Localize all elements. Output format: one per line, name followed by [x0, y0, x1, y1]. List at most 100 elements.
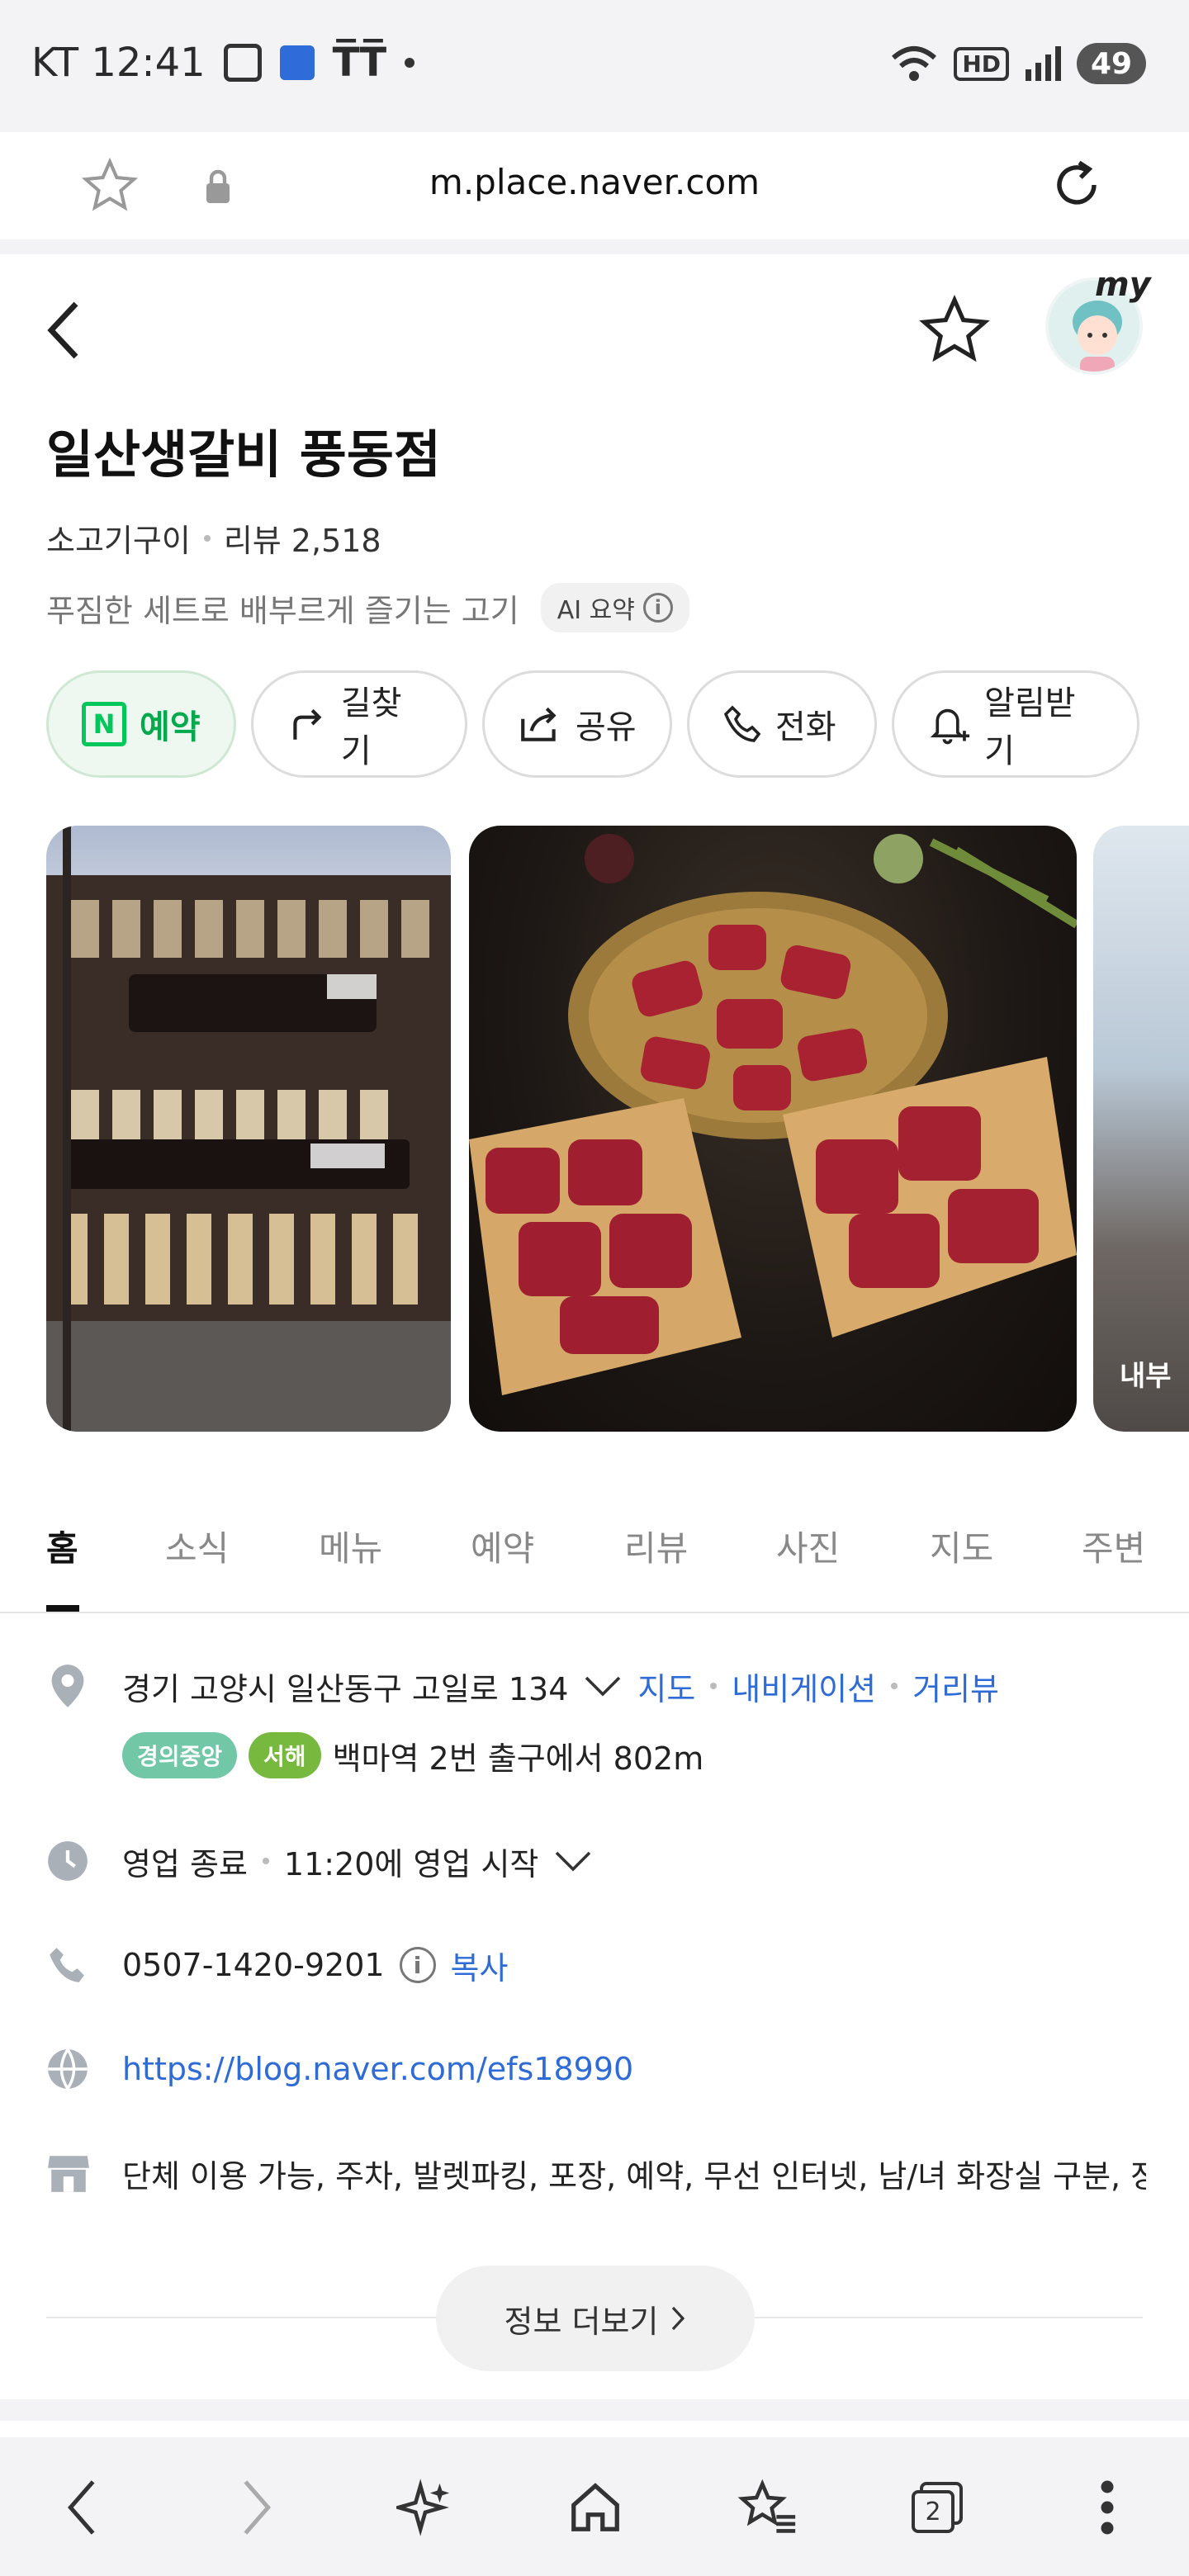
battery-indicator: 49 [1077, 43, 1146, 84]
ai-assistant-button[interactable] [388, 2470, 462, 2545]
navigation-link[interactable]: 내비게이션 [732, 1664, 876, 1709]
place-category: 소고기구이 [46, 523, 191, 559]
more-info-button[interactable]: 정보 더보기 [436, 2266, 755, 2371]
notify-button[interactable]: 알림받기 [892, 670, 1139, 778]
copy-button[interactable]: 복사 [451, 1943, 509, 1988]
t-notification-icon: T̅T̅ [332, 40, 387, 86]
notify-label: 알림받기 [984, 684, 1076, 770]
amenities-row[interactable]: 단체 이용 가능, 주차, 발렛파킹, 포장, 예약, 무선 인터넷, 남/녀 … [46, 2150, 1146, 2196]
tab-map[interactable]: 지도 [930, 1521, 993, 1571]
back-icon[interactable] [43, 297, 84, 363]
separator-dot [891, 1683, 898, 1689]
save-star-icon[interactable] [918, 294, 991, 367]
photo-storefront[interactable] [46, 826, 451, 1432]
photo-carousel[interactable]: 내부 [46, 826, 1189, 1432]
map-link[interactable]: 지도 [637, 1664, 695, 1709]
tab-count: 2 [912, 2490, 955, 2533]
wifi-icon [892, 46, 937, 81]
photo-beef-platter[interactable] [469, 826, 1077, 1432]
photo-interior[interactable]: 내부 [1093, 826, 1189, 1432]
status-bar: KT 12:41 T̅T̅ HD 49 [0, 0, 1189, 132]
amenities-text: 단체 이용 가능, 주차, 발렛파킹, 포장, 예약, 무선 인터넷, 남/녀 … [122, 2157, 1146, 2195]
separator-dot [710, 1683, 718, 1689]
phone-number[interactable]: 0507-1420-9201 [122, 1947, 385, 1983]
signal-icon [1026, 46, 1061, 81]
share-icon [521, 707, 557, 741]
subway-line-badge: 서해 [249, 1732, 321, 1778]
location-pin-icon [51, 1664, 84, 1707]
beef-platter-illustration [469, 834, 1077, 1395]
hours-row[interactable]: 영업 종료 11:20에 영업 시작 [46, 1838, 593, 1884]
directions-button[interactable]: 길찾기 [251, 670, 467, 778]
call-button[interactable]: 전화 [687, 670, 877, 778]
bookmarks-button[interactable] [730, 2470, 804, 2545]
tab-menu[interactable]: 메뉴 [319, 1521, 382, 1571]
forward-arrow-icon [244, 2480, 271, 2535]
sparkle-icon [396, 2479, 450, 2536]
info-icon[interactable]: i [642, 593, 673, 623]
ai-summary-badge[interactable]: AI 요약 i [540, 583, 689, 632]
chevron-down-icon[interactable] [583, 1674, 623, 1698]
subway-info: 경의중앙 서해 백마역 2번 출구에서 802m [122, 1732, 703, 1778]
review-count[interactable]: 리뷰 2,518 [224, 515, 381, 561]
url-text[interactable]: m.place.naver.com [41, 162, 1148, 202]
tab-nearby[interactable]: 주변 [1082, 1521, 1145, 1571]
hd-badge: HD [954, 46, 1009, 81]
reload-icon[interactable] [1047, 155, 1106, 215]
directions-label: 길찾기 [340, 684, 402, 770]
tab-reviews[interactable]: 리뷰 [624, 1521, 688, 1571]
home-icon [571, 2483, 619, 2531]
more-notifications-icon [405, 58, 415, 68]
storefront-illustration [46, 826, 451, 1432]
subway-distance: 백마역 2번 출구에서 802m [332, 1740, 704, 1777]
subway-line-badge: 경의중앙 [122, 1732, 238, 1778]
back-arrow-icon [68, 2480, 95, 2535]
globe-icon [48, 2048, 88, 2090]
share-button[interactable]: 공유 [482, 670, 672, 778]
bell-plus-icon [930, 708, 970, 745]
naver-booking-icon: N [82, 702, 126, 746]
home-button[interactable] [558, 2470, 632, 2545]
photo-interior-label: 내부 [1120, 1360, 1172, 1393]
browser-back-button[interactable] [45, 2470, 119, 2545]
chevron-down-icon[interactable] [553, 1849, 593, 1873]
bookmark-list-icon [737, 2479, 796, 2533]
tabs-icon: 2 [912, 2482, 963, 2533]
call-label: 전화 [775, 708, 836, 746]
address-bar[interactable]: m.place.naver.com [41, 132, 1148, 239]
separator-dot [262, 1858, 269, 1864]
divider [0, 239, 1189, 254]
website-link[interactable]: https://blog.naver.com/efs18990 [122, 2051, 633, 2087]
tab-home[interactable]: 홈 [46, 1521, 78, 1571]
screenshot-icon [223, 44, 262, 82]
browser-forward-button[interactable] [220, 2470, 294, 2545]
menu-button[interactable] [1070, 2470, 1144, 2545]
active-tab-indicator [46, 1605, 79, 1612]
address-row: 경기 고양시 일산동구 고일로 134 지도 내비게이션 거리뷰 [46, 1663, 999, 1709]
address-text: 경기 고양시 일산동구 고일로 134 [122, 1670, 569, 1707]
place-meta: 소고기구이 리뷰 2,518 [46, 515, 381, 561]
tab-news[interactable]: 소식 [165, 1521, 229, 1571]
website-row: https://blog.naver.com/efs18990 [46, 2046, 633, 2092]
tab-reservation[interactable]: 예약 [471, 1521, 534, 1571]
more-vertical-icon [1101, 2480, 1114, 2535]
info-icon[interactable]: i [399, 1947, 436, 1983]
place-tagline: 푸짐한 세트로 배부르게 즐기는 고기 AI 요약 i [46, 583, 689, 632]
tab-photos[interactable]: 사진 [776, 1521, 840, 1571]
phone-icon [50, 1948, 84, 1982]
street-view-link[interactable]: 거리뷰 [912, 1664, 999, 1709]
clock-icon [48, 1841, 88, 1881]
app-notification-icon [279, 45, 315, 80]
more-info-label: 정보 더보기 [504, 2303, 659, 2340]
reserve-label: 예약 [140, 708, 201, 746]
ai-summary-label: AI 요약 [557, 596, 635, 625]
tagline-text: 푸짐한 세트로 배부르게 즐기는 고기 [46, 592, 519, 629]
tabs-button[interactable]: 2 [900, 2470, 974, 2545]
divider [0, 2399, 1189, 2421]
reserve-button[interactable]: N 예약 [46, 670, 236, 778]
separator-dot [203, 534, 211, 542]
phone-row: 0507-1420-9201 i 복사 [46, 1942, 508, 1988]
chevron-right-icon [672, 2306, 685, 2331]
place-tabs: 홈 소식 메뉴 예약 리뷰 사진 지도 주변 [0, 1486, 1189, 1613]
browser-bottom-nav: 2 [0, 2437, 1189, 2576]
